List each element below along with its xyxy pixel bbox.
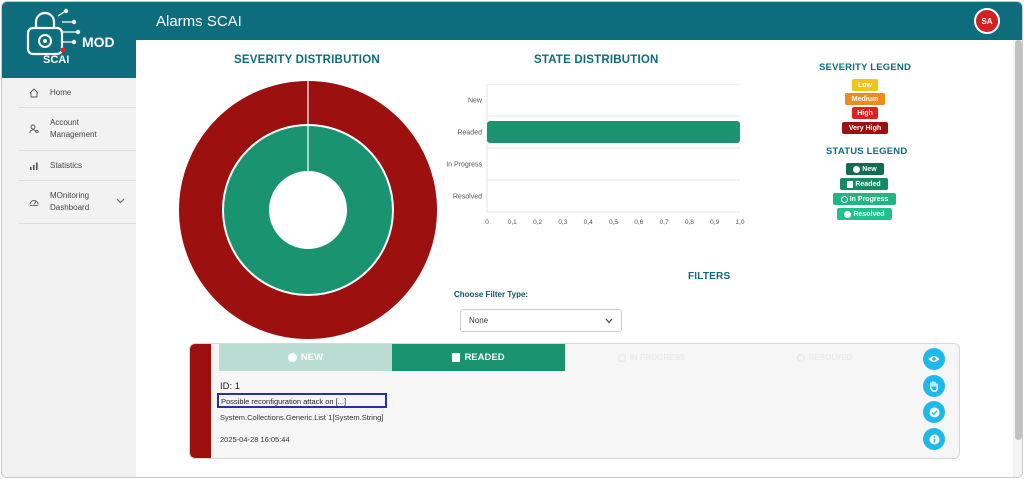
tab-readed[interactable]: READED: [392, 344, 565, 371]
state-distribution-title: STATE DISTRIBUTION: [534, 54, 659, 66]
alarm-card[interactable]: NEW READED IN PROGRESS RESOLVED ID: 1 Po…: [189, 343, 960, 459]
x-tick-label: 0,2: [533, 219, 542, 226]
check-badge-icon: [929, 407, 939, 417]
sidebar-item-label: Home: [50, 87, 72, 97]
alarm-timestamp: 2025-04-28 16:05:44: [220, 435, 290, 444]
alarm-detail: System.Collections.Generic.List`1[System…: [220, 413, 384, 422]
legend-label: Readed: [855, 180, 881, 188]
dashboard-gauge-icon: [29, 200, 39, 206]
check-circle-icon: [844, 210, 852, 218]
vertical-scrollbar[interactable]: [1013, 40, 1022, 477]
legend-badge-high: High: [852, 107, 878, 119]
view-button[interactable]: [923, 348, 945, 370]
x-tick-label: 0,1: [508, 219, 517, 226]
app-window: Alarms SCAI SA MOD SCAI Home Account Man…: [1, 1, 1023, 478]
take-charge-button[interactable]: [923, 375, 945, 397]
bar-chart-icon: [30, 162, 38, 170]
book-icon: [847, 180, 854, 188]
alarm-message: Possible reconfiguration attack on [...]: [217, 393, 387, 408]
book-icon: [452, 353, 461, 362]
filters-title: FILTERS: [688, 271, 731, 282]
sidebar-item-monitoring-dashboard[interactable]: MOnitoring Dashboard: [19, 181, 136, 224]
legend-badge-low: Low: [852, 79, 878, 91]
scrollbar-thumb[interactable]: [1015, 40, 1022, 440]
legend-badge-in-progress: In Progress: [833, 193, 896, 205]
info-icon: [929, 434, 939, 444]
resolve-button[interactable]: [923, 401, 945, 423]
hand-icon: [930, 380, 939, 392]
x-tick-label: 0,9: [710, 219, 719, 226]
logo-text-mod: MOD: [82, 34, 115, 50]
logo-text-scai: SCAI: [43, 54, 70, 66]
info-button[interactable]: [923, 428, 945, 450]
severity-legend-title: SEVERITY LEGEND: [819, 62, 912, 73]
legend-label: Resolved: [853, 210, 885, 218]
top-bar: Alarms SCAI SA: [2, 2, 1022, 40]
sidebar: MOD SCAI Home Account Management Statist…: [2, 2, 136, 477]
legend-badge-medium: Medium: [845, 93, 885, 105]
y-tick-label: Resolved: [453, 194, 482, 201]
home-icon: [29, 87, 39, 97]
legend-badge-readed: Readed: [840, 178, 888, 190]
bar-readed[interactable]: [487, 121, 740, 143]
x-tick-label: 0,4: [584, 219, 593, 226]
sync-icon: [840, 195, 848, 203]
x-tick-label: 0,6: [634, 219, 643, 226]
tab-label: RESOLVED: [808, 353, 853, 362]
legend-label: In Progress: [849, 195, 889, 203]
sidebar-item-label: Statistics: [50, 160, 83, 170]
logo[interactable]: MOD SCAI: [2, 2, 136, 78]
x-tick-label: 0,5: [609, 219, 618, 226]
x-tick-label: 1,0: [735, 219, 744, 226]
x-tick-label: 0,8: [685, 219, 694, 226]
user-gear-icon: [29, 124, 39, 134]
sync-icon: [617, 353, 626, 362]
tab-label: READED: [464, 352, 505, 363]
alarm-id: ID: 1: [220, 381, 241, 392]
sidebar-item-label: Account Management: [50, 118, 97, 139]
chevron-down-icon: [605, 318, 613, 324]
legend-badge-very-high: Very High: [842, 122, 888, 134]
user-avatar[interactable]: SA: [974, 8, 1000, 34]
info-icon: [853, 165, 861, 173]
eye-icon: [928, 356, 940, 362]
sidebar-item-statistics[interactable]: Statistics: [19, 151, 136, 181]
status-legend-title: STATUS LEGEND: [826, 146, 908, 157]
page-title: Alarms SCAI: [156, 13, 242, 30]
legend-label: New: [862, 165, 877, 173]
tab-in-progress[interactable]: IN PROGRESS: [565, 344, 738, 371]
state-bar-chart: New Readed In Progress Resolved 0 0,1 0,2 0,3 0,…: [446, 84, 745, 226]
severity-distribution-title: SEVERITY DISTRIBUTION: [234, 54, 380, 66]
legend-badge-resolved: Resolved: [837, 208, 892, 220]
legend-badge-new: New: [846, 163, 884, 175]
y-tick-label: In Progress: [446, 162, 482, 169]
tab-label: IN PROGRESS: [629, 353, 686, 362]
filter-type-label: Choose Filter Type:: [454, 290, 529, 299]
sidebar-item-account-management[interactable]: Account Management: [19, 108, 136, 151]
info-icon: [287, 353, 297, 362]
check-circle-icon: [796, 353, 805, 362]
chevron-down-icon[interactable]: [116, 198, 125, 204]
y-tick-label: New: [468, 98, 483, 105]
lock-circuit-icon: [26, 8, 81, 56]
tab-new[interactable]: NEW: [219, 344, 392, 371]
severity-stripe: [190, 344, 211, 458]
sidebar-item-home[interactable]: Home: [19, 78, 136, 108]
x-tick-label: 0: [485, 219, 489, 226]
x-tick-label: 0,3: [558, 219, 567, 226]
sidebar-item-label: MOnitoring Dashboard: [50, 191, 90, 212]
severity-donut-chart: [179, 81, 437, 339]
tab-label: NEW: [300, 352, 324, 363]
tab-resolved[interactable]: RESOLVED: [738, 344, 911, 371]
filter-type-select[interactable]: None: [460, 309, 622, 332]
x-tick-label: 0,7: [660, 219, 669, 226]
y-tick-label: Readed: [457, 130, 482, 137]
filter-type-value: None: [469, 316, 489, 325]
